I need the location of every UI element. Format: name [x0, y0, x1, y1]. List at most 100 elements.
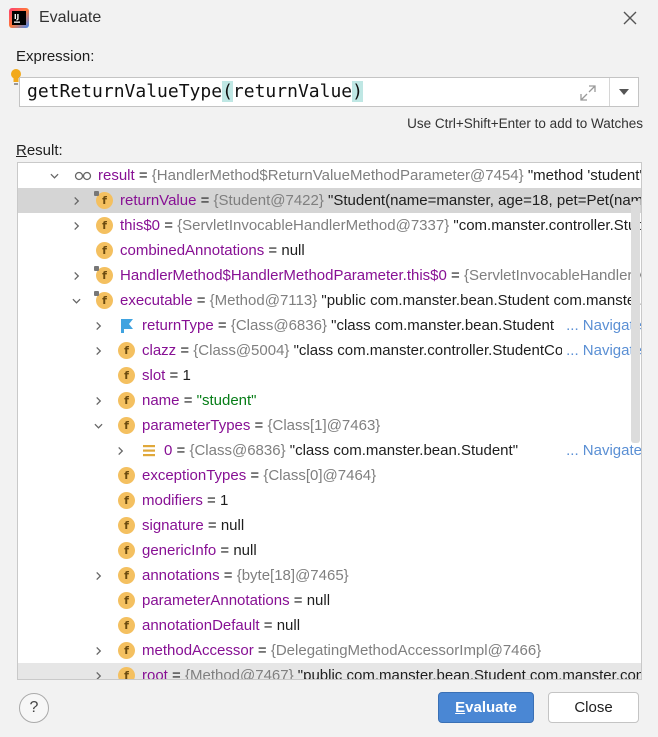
result-tree[interactable]: result = {HandlerMethod$ReturnValueMetho… — [17, 162, 642, 680]
chevron-right-icon[interactable] — [94, 396, 103, 406]
navigate-link[interactable]: ... Navigate — [566, 442, 641, 459]
tree-row[interactable]: f returnValue = {Student@7422} "Student(n… — [18, 188, 641, 213]
equals-sign: = — [446, 267, 464, 284]
tree-row-content: slot = 1 — [142, 363, 191, 388]
tree-row-content: HandlerMethod$HandlerMethodParameter.thi… — [120, 263, 641, 288]
variable-name: modifiers — [142, 492, 203, 509]
navigate-link-wrap: ... Navigate — [562, 438, 641, 463]
chevron-right-icon[interactable] — [72, 196, 81, 206]
chevron-right-icon[interactable] — [94, 571, 103, 581]
equals-sign: = — [264, 242, 282, 259]
tree-row[interactable]: returnType = {Class@6836} "class com.man… — [18, 313, 641, 338]
array-element-icon — [143, 445, 155, 457]
variable-name: combinedAnnotations — [120, 242, 265, 259]
result-label-rest: esult: — [26, 142, 63, 159]
tree-row[interactable]: f executable = {Method@7113} "public com.… — [18, 288, 641, 313]
tree-row[interactable]: f slot = 1 — [18, 363, 641, 388]
variable-value: "com.manster.controller.StudentControlle… — [453, 217, 641, 234]
tree-row[interactable]: f root = {Method@7467} "public com.manste… — [18, 663, 641, 680]
tree-row-content: genericInfo = null — [142, 538, 257, 563]
variable-value: "class com.manster.bean.Student — [326, 317, 555, 334]
evaluate-label: valuate — [465, 699, 517, 716]
field-icon: f — [118, 667, 135, 679]
variable-value: 1 — [219, 492, 229, 509]
tree-row[interactable]: f parameterAnnotations = null — [18, 588, 641, 613]
tree-row[interactable]: f signature = null — [18, 513, 641, 538]
lock-icon — [94, 191, 99, 196]
variable-name: parameterAnnotations — [142, 592, 290, 609]
variable-value: null — [276, 617, 301, 634]
equals-sign: = — [246, 467, 264, 484]
tree-row[interactable]: result = {HandlerMethod$ReturnValueMetho… — [18, 163, 642, 188]
tree-row[interactable]: f genericInfo = null — [18, 538, 641, 563]
variable-value: "class com.manster.bean.Student" — [285, 442, 519, 459]
equals-sign: = — [165, 367, 183, 384]
tree-row-content: signature = null — [142, 513, 244, 538]
field-icon: f — [118, 592, 135, 609]
tree-row[interactable]: f parameterTypes = {Class[1]@7463} — [18, 413, 641, 438]
object-reference: {HandlerMethod$ReturnValueMethodParamete… — [151, 167, 524, 184]
help-button[interactable]: ? — [19, 693, 49, 723]
tree-row[interactable]: f name = "student" — [18, 388, 641, 413]
equals-sign: = — [134, 167, 152, 184]
chevron-right-icon[interactable] — [72, 271, 81, 281]
expression-argument: returnValue — [232, 81, 353, 102]
expression-close-paren: ) — [352, 81, 363, 102]
tree-row[interactable]: f methodAccessor = {DelegatingMethodAcces… — [18, 638, 641, 663]
equals-sign: = — [176, 342, 194, 359]
chevron-right-icon[interactable] — [94, 646, 103, 656]
chevron-right-icon[interactable] — [116, 446, 125, 456]
evaluate-button[interactable]: Evaluate — [438, 692, 534, 723]
equals-sign: = — [196, 192, 214, 209]
chevron-down-icon[interactable] — [72, 296, 81, 306]
expression-text[interactable]: getReturnValueType(returnValue) — [27, 81, 363, 102]
expression-label: Expression: — [16, 48, 95, 65]
chevron-right-icon[interactable] — [94, 671, 103, 680]
field-icon: f — [118, 617, 135, 634]
object-reference: {Class@6836} — [230, 317, 327, 334]
tree-row[interactable]: f exceptionTypes = {Class[0]@7464} — [18, 463, 641, 488]
tree-row[interactable]: f HandlerMethod$HandlerMethodParameter.th… — [18, 263, 641, 288]
equals-sign: = — [253, 642, 271, 659]
object-reference: {Student@7422} — [213, 192, 324, 209]
variable-name: result — [98, 167, 135, 184]
tree-row-content: result = {HandlerMethod$ReturnValueMetho… — [98, 163, 642, 188]
chevron-right-icon[interactable] — [94, 346, 103, 356]
tree-row-content: name = "student" — [142, 388, 257, 413]
variable-name: methodAccessor — [142, 642, 254, 659]
field-icon: f — [118, 517, 135, 534]
field-icon: f — [118, 467, 135, 484]
tree-row[interactable]: f annotationDefault = null — [18, 613, 641, 638]
chevron-down-icon[interactable] — [50, 171, 59, 181]
expand-icon[interactable] — [579, 84, 597, 102]
object-reference: {ServletInvocableHandlerMethod@7337} — [177, 217, 450, 234]
variable-value: "Student(name=manster, age=18, pet=Pet(n… — [328, 192, 641, 209]
result-label-mnemonic: R — [16, 142, 27, 159]
variable-name: this$0 — [120, 217, 161, 234]
close-button[interactable]: Close — [548, 692, 639, 723]
tree-row-content: modifiers = 1 — [142, 488, 228, 513]
tree-row[interactable]: 0 = {Class@6836} "class com.manster.bean… — [18, 438, 641, 463]
tree-row-content: 0 = {Class@6836} "class com.manster.bean… — [164, 438, 518, 463]
equals-sign: = — [179, 392, 197, 409]
expression-input[interactable]: getReturnValueType(returnValue) — [19, 77, 639, 107]
title-bar: IJ Evaluate — [0, 0, 658, 38]
equals-sign: = — [219, 567, 237, 584]
tree-row[interactable]: f annotations = {byte[18]@7465} — [18, 563, 641, 588]
close-icon[interactable] — [622, 10, 638, 26]
variable-value: "method 'student' parameter -1" — [527, 167, 642, 184]
chevron-right-icon[interactable] — [94, 321, 103, 331]
chevron-right-icon[interactable] — [72, 221, 81, 231]
chevron-down-icon[interactable] — [618, 88, 630, 96]
tree-row[interactable]: f this$0 = {ServletInvocableHandlerMethod… — [18, 213, 641, 238]
flag-icon — [121, 319, 133, 333]
scrollbar[interactable] — [631, 201, 640, 443]
tree-row[interactable]: f modifiers = 1 — [18, 488, 641, 513]
variable-name: name — [142, 392, 180, 409]
watch-result-icon — [74, 171, 92, 181]
variable-name: genericInfo — [142, 542, 217, 559]
tree-row[interactable]: f clazz = {Class@5004} "class com.manster… — [18, 338, 641, 363]
tree-row[interactable]: f combinedAnnotations = null — [18, 238, 641, 263]
tree-row-content: methodAccessor = {DelegatingMethodAccess… — [142, 638, 541, 663]
chevron-down-icon[interactable] — [94, 421, 103, 431]
